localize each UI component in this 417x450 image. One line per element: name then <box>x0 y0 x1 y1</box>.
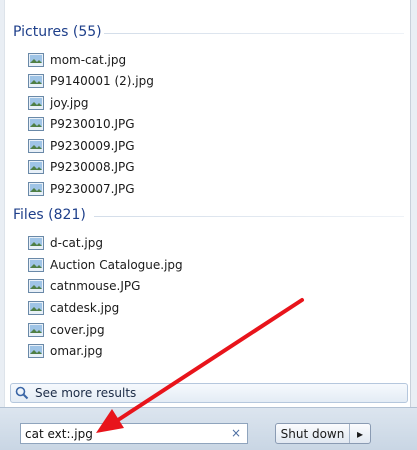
search-input-value: cat ext:.jpg <box>25 426 93 441</box>
image-file-icon <box>28 278 44 293</box>
image-file-icon <box>28 235 44 250</box>
image-file-icon <box>28 257 44 272</box>
group-title-pictures: Pictures (55) <box>13 24 102 40</box>
list-item[interactable]: Auction Catalogue.jpg <box>28 254 183 275</box>
list-item[interactable]: P9230010.JPG <box>28 113 135 134</box>
image-file-icon <box>28 181 44 196</box>
list-item-label: mom-cat.jpg <box>50 52 127 67</box>
image-file-icon <box>28 300 44 315</box>
image-file-icon <box>28 73 44 88</box>
clear-search-icon[interactable]: × <box>231 426 241 440</box>
shut-down-label[interactable]: Shut down <box>276 424 350 443</box>
shut-down-options-arrow-icon[interactable]: ▸ <box>350 424 370 443</box>
list-item[interactable]: P9140001 (2).jpg <box>28 70 154 91</box>
list-item-label: P9230009.JPG <box>50 138 135 153</box>
list-item[interactable]: mom-cat.jpg <box>28 49 126 70</box>
list-item[interactable]: cover.jpg <box>28 319 105 340</box>
list-item[interactable]: catdesk.jpg <box>28 297 119 318</box>
image-file-icon <box>28 343 44 358</box>
list-item[interactable]: d-cat.jpg <box>28 232 103 253</box>
divider <box>104 33 404 34</box>
image-file-icon <box>28 52 44 67</box>
list-item[interactable]: P9230008.JPG <box>28 156 135 177</box>
list-item[interactable]: P9230007.JPG <box>28 178 135 199</box>
list-item-label: P9230010.JPG <box>50 116 135 131</box>
search-input[interactable]: cat ext:.jpg × <box>20 423 248 444</box>
list-item-label: catdesk.jpg <box>50 300 120 315</box>
shut-down-button[interactable]: Shut down ▸ <box>275 423 371 444</box>
list-item-label: P9140001 (2).jpg <box>50 73 154 88</box>
list-item-label: cover.jpg <box>50 322 105 337</box>
see-more-label: See more results <box>35 386 137 400</box>
group-header-pictures[interactable]: Pictures (55) <box>13 24 102 40</box>
list-item-label: d-cat.jpg <box>50 235 103 250</box>
list-item-label: P9230008.JPG <box>50 159 135 174</box>
list-item[interactable]: P9230009.JPG <box>28 135 135 156</box>
image-file-icon <box>28 159 44 174</box>
group-title-files: Files (821) <box>13 207 86 223</box>
list-item-label: Auction Catalogue.jpg <box>50 257 183 272</box>
see-more-results-button[interactable]: See more results <box>10 383 408 403</box>
magnifier-icon <box>15 386 29 400</box>
image-file-icon <box>28 95 44 110</box>
group-header-files[interactable]: Files (821) <box>13 207 86 223</box>
list-item-label: P9230007.JPG <box>50 181 135 196</box>
list-item-label: catnmouse.JPG <box>50 278 141 293</box>
list-item[interactable]: joy.jpg <box>28 92 88 113</box>
list-item-label: omar.jpg <box>50 343 103 358</box>
divider <box>94 216 404 217</box>
image-file-icon <box>28 138 44 153</box>
image-file-icon <box>28 116 44 131</box>
list-item[interactable]: catnmouse.JPG <box>28 275 140 296</box>
list-item-label: joy.jpg <box>50 95 89 110</box>
list-item[interactable]: omar.jpg <box>28 340 103 361</box>
image-file-icon <box>28 322 44 337</box>
